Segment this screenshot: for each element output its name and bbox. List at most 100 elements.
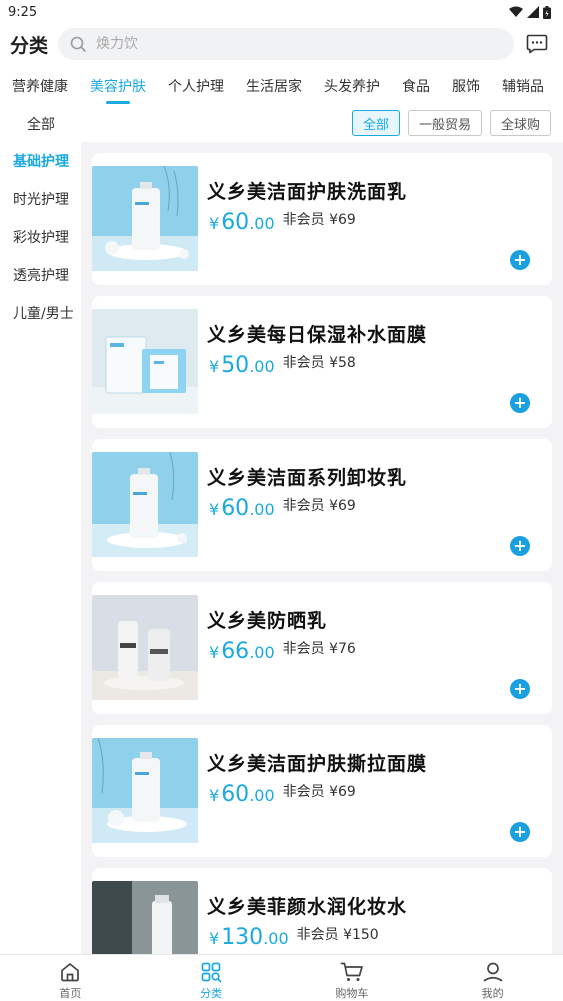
plus-icon: + [513, 536, 527, 555]
profile-icon [483, 962, 502, 982]
product-price: ¥ 60 .00 非会员 ¥69 [209, 496, 356, 521]
price-integer: 66 [221, 639, 250, 664]
status-bar: 9:25 [0, 0, 563, 24]
sidebar-item-basic-care[interactable]: 基础护理 [0, 142, 81, 180]
category-icon [201, 962, 222, 983]
category-tab[interactable]: 辅销品 [502, 66, 544, 106]
non-member-price: 非会员 ¥69 [282, 784, 356, 800]
price-decimal: .00 [249, 214, 275, 233]
currency-symbol: ¥ [209, 214, 220, 233]
product-price: ¥ 60 .00 非会员 ¥69 [209, 210, 356, 235]
product-card[interactable]: 义乡美每日保湿补水面膜 ¥ 50 .00 非会员 ¥58 + [92, 296, 552, 428]
category-tabs: 营养健康 美容护肤 个人护理 生活居家 头发养护 食品 服饰 辅销品 全部 [0, 66, 563, 106]
product-name: 义乡美洁面护肤洗面乳 [207, 181, 408, 203]
product-image [92, 881, 198, 954]
price-decimal: .00 [249, 643, 275, 662]
nav-cart-label: 购物车 [335, 987, 369, 1000]
sidebar: 基础护理 时光护理 彩妆护理 透亮护理 儿童/男士 [0, 142, 81, 954]
currency-symbol: ¥ [209, 357, 220, 376]
trade-type-filter: 全部 一般贸易 全球购 [351, 110, 551, 136]
sidebar-item-makeup-care[interactable]: 彩妆护理 [0, 218, 81, 256]
filter-chip-all[interactable]: 全部 [351, 110, 400, 136]
product-name: 义乡美每日保湿补水面膜 [207, 324, 428, 346]
product-name: 义乡美洁面护肤撕拉面膜 [207, 753, 428, 775]
category-tab-active[interactable]: 美容护肤 [90, 66, 146, 106]
add-to-cart-button[interactable]: + [510, 536, 530, 556]
currency-symbol: ¥ [209, 500, 220, 519]
product-price: ¥ 60 .00 非会员 ¥69 [209, 782, 356, 807]
category-tab[interactable]: 食品 [402, 66, 430, 106]
home-icon [61, 963, 80, 982]
plus-icon: + [513, 250, 527, 269]
sidebar-item-kids-men[interactable]: 儿童/男士 [0, 294, 81, 332]
filter-chip-global[interactable]: 全球购 [489, 110, 551, 136]
product-card[interactable]: 义乡美菲颜水润化妆水 ¥ 130 .00 非会员 ¥150 + [92, 868, 552, 954]
category-tab[interactable]: 营养健康 [12, 66, 68, 106]
signal-icon [527, 6, 539, 18]
currency-symbol: ¥ [209, 643, 220, 662]
product-card[interactable]: 义乡美洁面护肤撕拉面膜 ¥ 60 .00 非会员 ¥69 + [92, 725, 552, 857]
subcategory-all[interactable]: 全部 [27, 114, 55, 134]
product-image [92, 309, 198, 414]
nav-profile[interactable]: 我的 [422, 955, 563, 1001]
search-input[interactable] [96, 36, 477, 52]
wifi-icon [509, 6, 523, 17]
category-tab[interactable]: 生活居家 [246, 66, 302, 106]
product-price: ¥ 50 .00 非会员 ¥58 [209, 353, 356, 378]
non-member-price: 非会员 ¥76 [282, 641, 356, 657]
currency-symbol: ¥ [209, 786, 220, 805]
non-member-price: 非会员 ¥58 [282, 355, 356, 371]
nav-home-label: 首页 [59, 987, 82, 1000]
price-decimal: .00 [249, 357, 275, 376]
header: 分类 [0, 24, 563, 64]
add-to-cart-button[interactable]: + [510, 393, 530, 413]
search-bar[interactable] [58, 28, 515, 60]
price-decimal: .00 [249, 786, 275, 805]
filter-chip-general-trade[interactable]: 一般贸易 [407, 110, 482, 136]
price-integer: 60 [221, 210, 250, 235]
non-member-price: 非会员 ¥69 [282, 212, 356, 228]
product-image [92, 595, 198, 700]
product-image [92, 738, 198, 843]
plus-icon: + [513, 679, 527, 698]
category-tab[interactable]: 服饰 [452, 66, 480, 106]
price-integer: 60 [221, 496, 250, 521]
product-name: 义乡美防晒乳 [207, 610, 328, 632]
product-image [92, 452, 198, 557]
bottom-nav: 首页 分类 购物车 我的 [0, 954, 563, 1001]
currency-symbol: ¥ [209, 929, 220, 948]
add-to-cart-button[interactable]: + [510, 679, 530, 699]
add-to-cart-button[interactable]: + [510, 250, 530, 270]
nav-home[interactable]: 首页 [0, 955, 141, 1001]
price-integer: 50 [221, 353, 250, 378]
battery-icon [543, 5, 551, 19]
category-tab[interactable]: 个人护理 [168, 66, 224, 106]
page-title: 分类 [10, 34, 49, 57]
product-name: 义乡美菲颜水润化妆水 [207, 896, 408, 918]
sidebar-item-brightening-care[interactable]: 透亮护理 [0, 256, 81, 294]
cart-icon [340, 962, 363, 981]
filter-row: 全部 全部 一般贸易 全球购 [0, 106, 563, 142]
price-decimal: .00 [263, 929, 289, 948]
status-icons [509, 5, 551, 19]
product-price: ¥ 66 .00 非会员 ¥76 [209, 639, 356, 664]
nav-profile-label: 我的 [481, 987, 504, 1000]
product-list: 义乡美洁面护肤洗面乳 ¥ 60 .00 非会员 ¥69 + 义乡美每日保湿补水面… [81, 142, 563, 954]
plus-icon: + [513, 393, 527, 412]
nav-cart[interactable]: 购物车 [282, 955, 423, 1001]
nav-category[interactable]: 分类 [141, 955, 282, 1001]
nav-category-label: 分类 [200, 987, 223, 1000]
product-card[interactable]: 义乡美洁面系列卸妆乳 ¥ 60 .00 非会员 ¥69 + [92, 439, 552, 571]
product-image [92, 166, 198, 271]
price-integer: 130 [221, 925, 264, 950]
add-to-cart-button[interactable]: + [510, 822, 530, 842]
sidebar-item-time-care[interactable]: 时光护理 [0, 180, 81, 218]
product-name: 义乡美洁面系列卸妆乳 [207, 467, 408, 489]
product-card[interactable]: 义乡美洁面护肤洗面乳 ¥ 60 .00 非会员 ¥69 + [92, 153, 552, 285]
price-integer: 60 [221, 782, 250, 807]
product-card[interactable]: 义乡美防晒乳 ¥ 66 .00 非会员 ¥76 + [92, 582, 552, 714]
message-icon[interactable] [526, 34, 548, 54]
plus-icon: + [513, 822, 527, 841]
non-member-price: 非会员 ¥150 [296, 927, 379, 943]
category-tab[interactable]: 头发养护 [324, 66, 380, 106]
